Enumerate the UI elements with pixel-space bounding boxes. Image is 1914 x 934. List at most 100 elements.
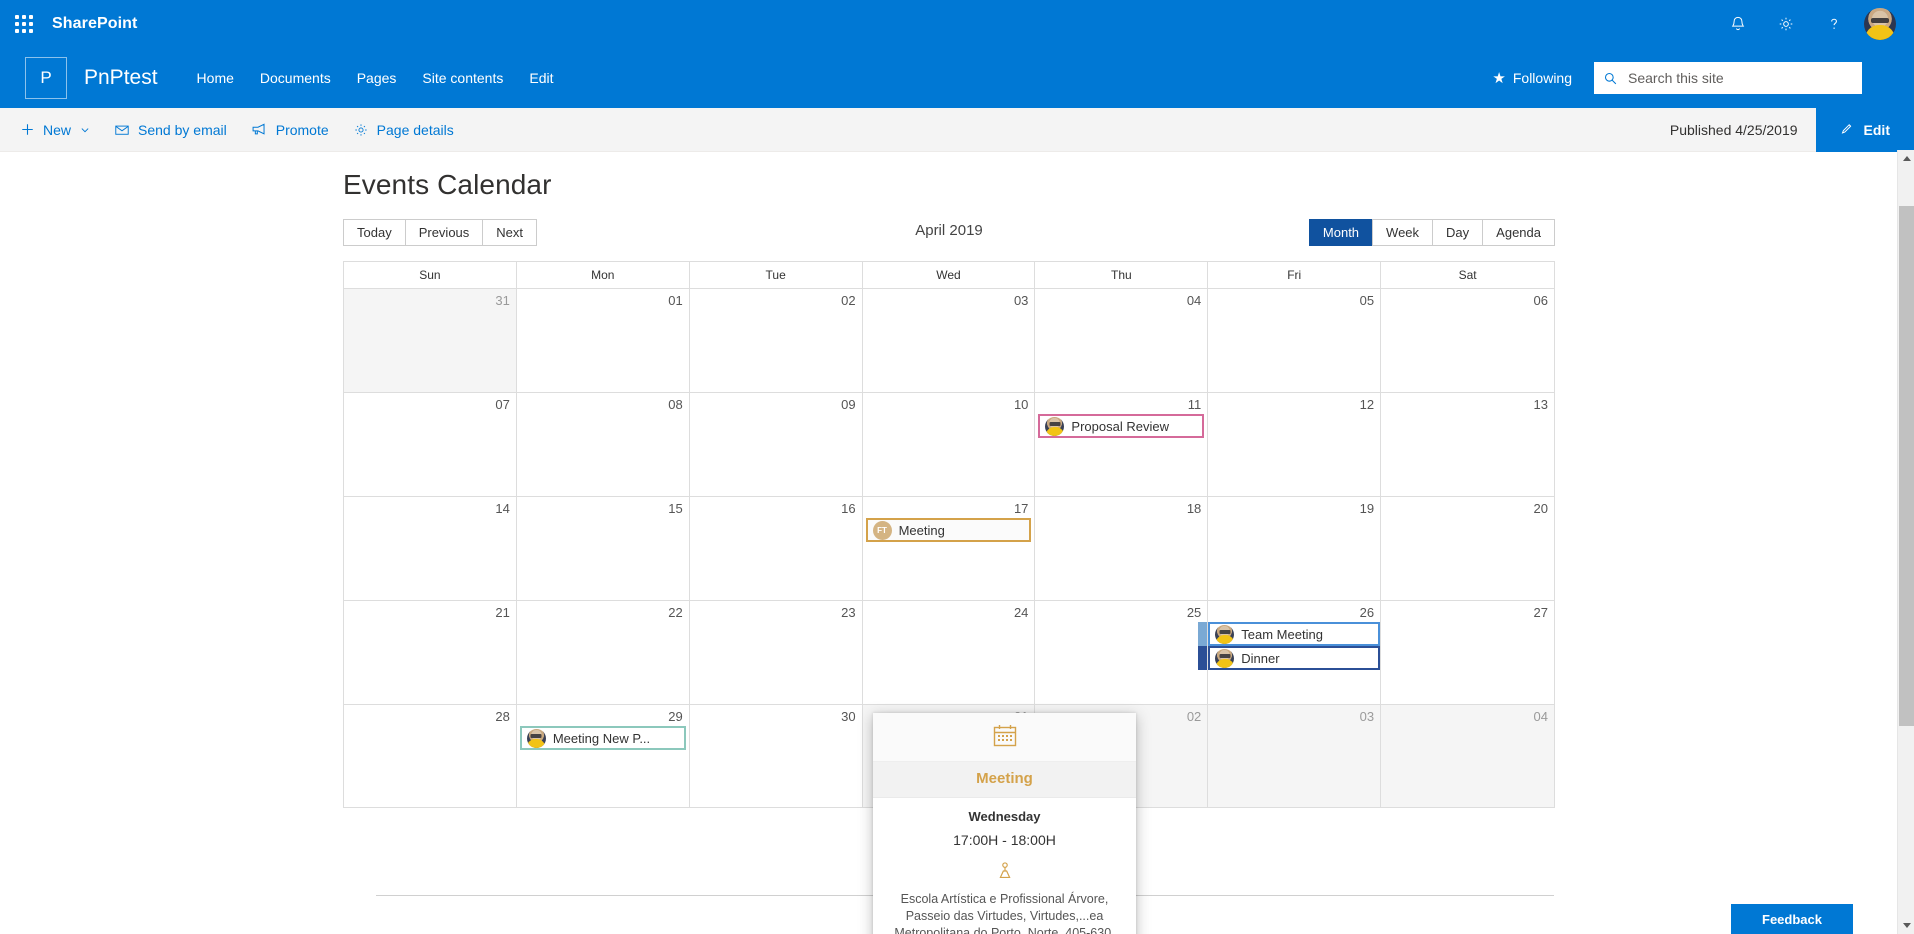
- day-number: 07: [495, 397, 510, 412]
- calendar-event-dinner[interactable]: Dinner: [1208, 646, 1381, 670]
- nav-item-documents[interactable]: Documents: [247, 48, 344, 108]
- event-avatar: [1215, 648, 1235, 668]
- calendar-event-meeting[interactable]: FT Meeting: [865, 518, 1032, 542]
- promote-button[interactable]: Promote: [239, 108, 341, 152]
- user-avatar[interactable]: [1864, 8, 1896, 40]
- day-cell[interactable]: 31: [344, 289, 517, 392]
- suite-brand-label[interactable]: SharePoint: [52, 15, 137, 33]
- mail-icon: [114, 122, 130, 138]
- nav-item-site-contents[interactable]: Site contents: [409, 48, 516, 108]
- day-number: 17: [1013, 501, 1029, 516]
- calendar-event-meeting-new-p[interactable]: Meeting New P...: [519, 726, 686, 750]
- day-cell[interactable]: 27: [1381, 601, 1554, 704]
- new-button[interactable]: New: [8, 108, 102, 152]
- day-cell[interactable]: 04: [1035, 289, 1209, 392]
- day-cell[interactable]: 19: [1208, 497, 1382, 600]
- event-avatar: [1045, 416, 1065, 436]
- day-cell[interactable]: 23: [690, 601, 863, 704]
- day-number: 03: [1013, 293, 1029, 308]
- day-cell[interactable]: 22: [517, 601, 690, 704]
- site-title[interactable]: PnPtest: [84, 66, 158, 90]
- day-cell[interactable]: 21: [344, 601, 517, 704]
- scrollbar-thumb[interactable]: [1899, 206, 1914, 726]
- day-cell[interactable]: 12: [1208, 393, 1382, 496]
- app-launcher-grid: [15, 15, 33, 33]
- event-title: Meeting: [898, 522, 945, 538]
- location-pin-icon: [873, 858, 1136, 891]
- app-launcher-icon[interactable]: [0, 0, 48, 48]
- day-cell[interactable]: 11 Proposal Review: [1035, 393, 1209, 496]
- event-details-callout[interactable]: Meeting Wednesday 17:00H - 18:00H Escola…: [873, 713, 1136, 934]
- day-number: 01: [668, 293, 683, 308]
- view-agenda-button[interactable]: Agenda: [1482, 219, 1555, 246]
- page-title: Events Calendar: [343, 169, 552, 200]
- event-avatar: FT: [872, 520, 892, 540]
- pencil-icon: [1840, 122, 1855, 137]
- event-overflow-bar[interactable]: [1198, 622, 1208, 646]
- day-cell[interactable]: 18: [1035, 497, 1209, 600]
- edit-page-button[interactable]: Edit: [1815, 107, 1914, 152]
- nav-item-pages[interactable]: Pages: [344, 48, 410, 108]
- search-input[interactable]: [1626, 69, 1853, 87]
- day-cell[interactable]: 05: [1208, 289, 1382, 392]
- day-number: 18: [1186, 501, 1202, 516]
- nav-item-edit[interactable]: Edit: [516, 48, 566, 108]
- day-cell[interactable]: 01: [517, 289, 690, 392]
- day-cell[interactable]: 13: [1381, 393, 1554, 496]
- day-cell[interactable]: 24: [863, 601, 1036, 704]
- chevron-down-icon[interactable]: [1898, 917, 1914, 934]
- event-title: Dinner: [1241, 650, 1280, 666]
- day-number: 04: [1533, 709, 1548, 724]
- chevron-up-icon[interactable]: [1898, 150, 1914, 167]
- question-mark-icon[interactable]: [1810, 0, 1858, 48]
- day-cell[interactable]: 08: [517, 393, 690, 496]
- day-cell[interactable]: 29 Meeting New P...: [517, 705, 690, 807]
- event-overflow-bar[interactable]: [1198, 646, 1208, 670]
- day-cell[interactable]: 03: [863, 289, 1036, 392]
- day-cell[interactable]: 28: [344, 705, 517, 807]
- day-number: 05: [1359, 293, 1375, 308]
- day-cell[interactable]: 25: [1035, 601, 1209, 704]
- bell-icon[interactable]: [1714, 0, 1762, 48]
- day-cell[interactable]: 15: [517, 497, 690, 600]
- day-cell[interactable]: 14: [344, 497, 517, 600]
- view-day-button[interactable]: Day: [1432, 219, 1484, 246]
- weekday-wed: Wed: [863, 262, 1036, 288]
- site-logo[interactable]: P: [25, 57, 67, 99]
- page-details-button[interactable]: Page details: [341, 108, 466, 152]
- feedback-button[interactable]: Feedback: [1731, 904, 1853, 934]
- page-scrollbar[interactable]: [1897, 150, 1914, 934]
- day-number: 10: [1013, 397, 1029, 412]
- day-cell[interactable]: 02: [690, 289, 863, 392]
- view-week-button[interactable]: Week: [1372, 219, 1434, 246]
- callout-title: Meeting: [873, 762, 1136, 798]
- gear-icon[interactable]: [1762, 0, 1810, 48]
- view-month-button[interactable]: Month: [1308, 219, 1374, 246]
- send-by-email-button[interactable]: Send by email: [102, 108, 239, 152]
- day-number: 28: [495, 709, 510, 724]
- calendar-weekday-header: Sun Mon Tue Wed Thu Fri Sat: [344, 261, 1554, 288]
- promote-label: Promote: [275, 121, 329, 138]
- nav-item-home[interactable]: Home: [184, 48, 247, 108]
- day-cell[interactable]: 30: [690, 705, 863, 807]
- day-cell[interactable]: 26 Team Meeting Dinner: [1208, 601, 1382, 704]
- day-cell[interactable]: 09: [690, 393, 863, 496]
- day-cell[interactable]: 17 FT Meeting: [863, 497, 1036, 600]
- day-cell[interactable]: 06: [1381, 289, 1554, 392]
- day-cell[interactable]: 03: [1208, 705, 1382, 807]
- day-cell[interactable]: 16: [690, 497, 863, 600]
- suite-bar-actions: [1714, 0, 1914, 48]
- day-cell[interactable]: 07: [344, 393, 517, 496]
- day-cell[interactable]: 04: [1381, 705, 1554, 807]
- event-title: Proposal Review: [1071, 418, 1169, 434]
- following-button[interactable]: ★ Following: [1492, 70, 1572, 86]
- day-number: 08: [668, 397, 683, 412]
- command-bar: New Send by email Promote Page details P…: [0, 107, 1914, 152]
- site-header: P PnPtest Home Documents Pages Site cont…: [0, 48, 1914, 108]
- search-box[interactable]: [1594, 62, 1862, 94]
- weekday-sat: Sat: [1458, 268, 1477, 282]
- calendar-event-team-meeting[interactable]: Team Meeting: [1208, 622, 1381, 646]
- day-cell[interactable]: 10: [863, 393, 1036, 496]
- calendar-event-proposal-review[interactable]: Proposal Review: [1038, 414, 1205, 438]
- day-cell[interactable]: 20: [1381, 497, 1554, 600]
